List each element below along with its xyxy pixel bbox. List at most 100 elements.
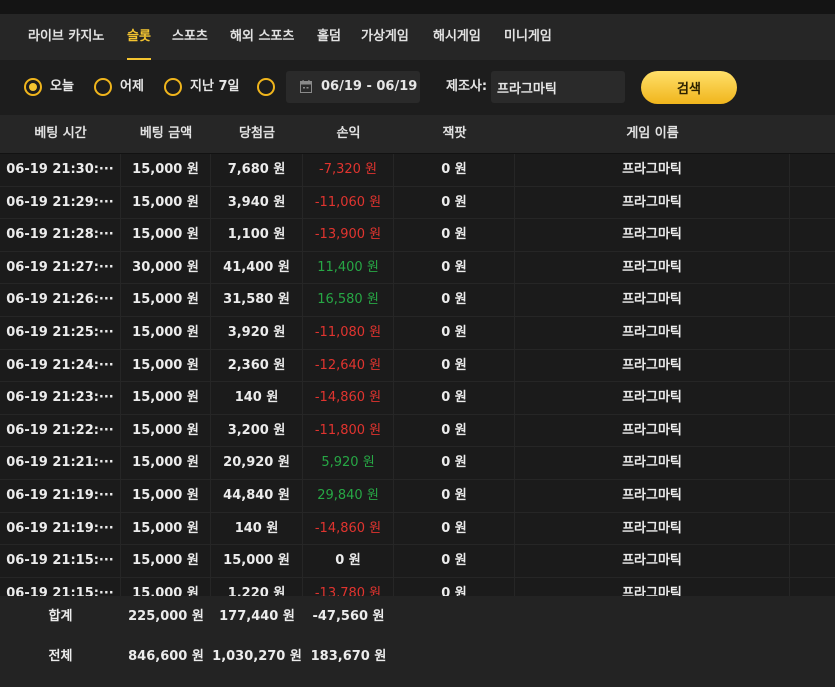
maker-label: 제조사: [446,79,488,94]
cell-empty [790,219,835,251]
cell-jackpot: 0 원 [394,284,515,316]
tab-slot[interactable]: 슬롯 [127,14,151,60]
cell-bet-amount: 15,000 원 [121,479,211,512]
cell-bet-time: 06-19 21:27:··· [0,251,121,284]
cell-bet-time: 06-19 21:23:··· [0,382,121,414]
cell-jackpot: 0 원 [394,154,515,186]
table-row: 06-19 21:28:··· 15,000 원 1,100 원 -13,900 원0… [0,219,835,252]
cell-game-name: 프라그마틱 [515,316,790,349]
table-row: 06-19 21:30:··· 15,000 원 7,680 원 -7,320 원0 … [0,154,835,187]
tab-mini-game[interactable]: 미니게임 [504,14,552,60]
summary-section: 합계 225,000 원 177,440 원 -47,560 원 전체 846,… [0,596,835,687]
column-header-game-name: 게임 이름 [626,126,679,141]
cell-game-name: 프라그마틱 [515,284,790,316]
table-row: 06-19 21:29:··· 15,000 원 3,940 원 -11,060 원0… [0,186,835,220]
table-header: 베팅 시간 베팅 금액 당첨금 손익 잭팟 게임 이름 [0,115,835,154]
tab-hash-game[interactable]: 해시게임 [433,14,481,60]
cell-game-name: 프라그마틱 [515,479,790,512]
cell-empty [790,415,835,447]
cell-winnings: 140 원 [211,512,303,545]
cell-bet-time: 06-19 21:25:··· [0,316,121,349]
cell-empty [790,317,835,349]
tab-virtual-game[interactable]: 가상게임 [361,14,409,60]
cell-winnings: 3,920 원 [211,316,303,349]
game-category-tabs: 라이브 카지노 슬롯 스포츠 해외 스포츠 홀덤 가상게임 해시게임 미니게임 [0,14,835,61]
table-row: 06-19 21:19:··· 15,000 원 140 원 -14,860 원0 원… [0,512,835,546]
cell-jackpot: 0 원 [394,186,515,219]
cell-empty [790,284,835,316]
tab-live-casino[interactable]: 라이브 카지노 [28,14,104,60]
cell-bet-time: 06-19 21:28:··· [0,219,121,251]
cell-jackpot: 0 원 [394,251,515,284]
cell-bet-amount: 15,000 원 [121,284,211,316]
cell-jackpot: 0 원 [394,447,515,479]
cell-jackpot: 0 원 [394,545,515,577]
cell-winnings: 2,360 원 [211,349,303,382]
column-header-bet-amount: 베팅 금액 [139,126,193,141]
cell-jackpot: 0 원 [394,512,515,545]
cell-bet-time: 06-19 21:15:··· [0,545,121,577]
period-label: 지난 7일 [190,79,240,94]
period-label: 오늘 [50,79,74,94]
cell-bet-time: 06-19 21:19:··· [0,512,121,545]
table-row: 06-19 21:23:··· 15,000 원 140 원 -14,860 원0 원… [0,382,835,415]
cell-empty [790,382,835,414]
cell-profit-loss: -11,060 원 [303,186,394,219]
cell-bet-time: 06-19 21:22:··· [0,414,121,447]
radio-unchecked-icon [94,78,112,96]
calendar-icon [300,80,312,93]
cell-bet-time: 06-19 21:26:··· [0,284,121,316]
cell-winnings: 7,680 원 [211,154,303,186]
tab-holdem[interactable]: 홀덤 [317,14,341,60]
cell-empty [790,252,835,284]
cell-empty [790,447,835,479]
cell-winnings: 140 원 [211,382,303,414]
cell-bet-amount: 15,000 원 [121,512,211,545]
search-button[interactable]: 검색 [641,71,737,104]
radio-unchecked-icon [257,78,275,96]
cell-jackpot: 0 원 [394,479,515,512]
maker-input[interactable] [491,71,625,103]
tab-overseas-sports[interactable]: 해외 스포츠 [230,14,294,60]
cell-empty [790,350,835,382]
cell-game-name: 프라그마틱 [515,251,790,284]
cell-bet-amount: 15,000 원 [121,349,211,382]
tab-sports[interactable]: 스포츠 [172,14,208,60]
table-row: 06-19 21:27:··· 30,000 원 41,400 원 11,400 원0… [0,251,835,285]
radio-unchecked-icon [164,78,182,96]
cell-winnings: 15,000 원 [211,545,303,577]
column-header-bet-time: 베팅 시간 [34,126,87,141]
cell-profit-loss: 11,400 원 [303,251,394,284]
radio-checked-icon [24,78,42,96]
subtotal-profit-loss: -47,560 원 [312,609,385,624]
cell-empty [790,513,835,545]
table-row: 06-19 21:22:··· 15,000 원 3,200 원 -11,800 원0… [0,414,835,448]
cell-winnings: 1,100 원 [211,219,303,251]
cell-game-name: 프라그마틱 [515,447,790,479]
total-win: 1,030,270 원 [212,649,302,664]
cell-profit-loss: 29,840 원 [303,479,394,512]
date-range-picker[interactable]: 06/19 - 06/19 [286,71,420,103]
cell-empty [790,545,835,577]
table-row: 06-19 21:26:··· 15,000 원 31,580 원 16,580 원0… [0,284,835,317]
cell-profit-loss: -14,860 원 [303,382,394,414]
cell-bet-time: 06-19 21:21:··· [0,447,121,479]
subtotal-win: 177,440 원 [219,609,295,624]
cell-game-name: 프라그마틱 [515,186,790,219]
table-row: 06-19 21:19:··· 15,000 원 44,840 원 29,840 원0… [0,479,835,513]
subtotal-label: 합계 [48,609,73,624]
total-row: 전체 846,600 원 1,030,270 원 183,670 원 [0,637,835,677]
cell-jackpot: 0 원 [394,382,515,414]
cell-bet-time: 06-19 21:29:··· [0,186,121,219]
column-header-jackpot: 잭팟 [442,126,467,141]
cell-profit-loss: -12,640 원 [303,349,394,382]
cell-bet-amount: 15,000 원 [121,414,211,447]
cell-bet-amount: 15,000 원 [121,382,211,414]
cell-game-name: 프라그마틱 [515,154,790,186]
cell-profit-loss: -7,320 원 [303,154,394,186]
cell-bet-time: 06-19 21:30:··· [0,154,121,186]
cell-jackpot: 0 원 [394,219,515,251]
cell-bet-time: 06-19 21:19:··· [0,479,121,512]
subtotal-row: 합계 225,000 원 177,440 원 -47,560 원 [0,597,835,637]
cell-empty [790,187,835,219]
